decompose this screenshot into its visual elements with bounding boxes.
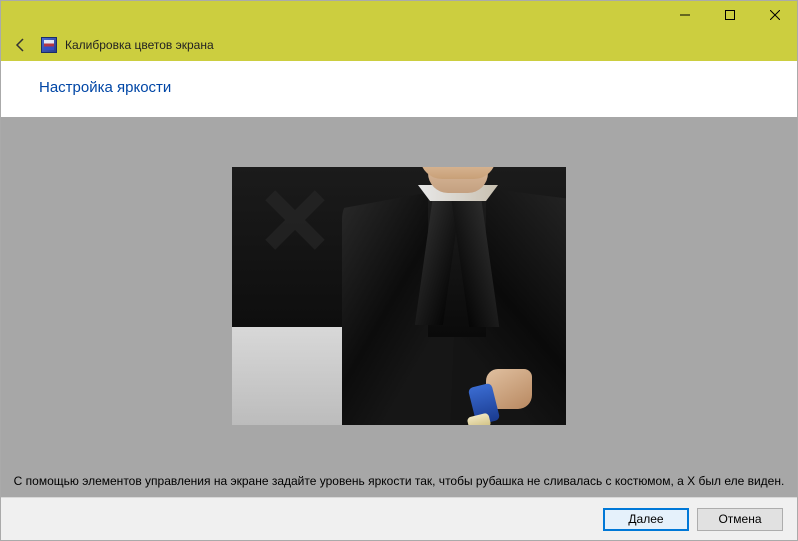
app-title: Калибровка цветов экрана (65, 38, 214, 52)
titlebar (1, 1, 797, 29)
header-bar: Калибровка цветов экрана (1, 29, 797, 61)
cancel-button[interactable]: Отмена (697, 508, 783, 531)
app-icon (41, 37, 57, 53)
x-mark (260, 185, 330, 255)
next-button[interactable]: Далее (603, 508, 689, 531)
instruction-text: С помощью элементов управления на экране… (1, 473, 797, 489)
footer: Далее Отмена (1, 497, 797, 540)
calibration-image (232, 167, 566, 425)
page-heading: Настройка яркости (39, 79, 797, 96)
heading-area: Настройка яркости (1, 61, 797, 117)
back-button[interactable] (9, 33, 33, 57)
maximize-button[interactable] (707, 1, 752, 29)
close-button[interactable] (752, 1, 797, 29)
preview-area: С помощью элементов управления на экране… (1, 117, 797, 497)
minimize-button[interactable] (662, 1, 707, 29)
